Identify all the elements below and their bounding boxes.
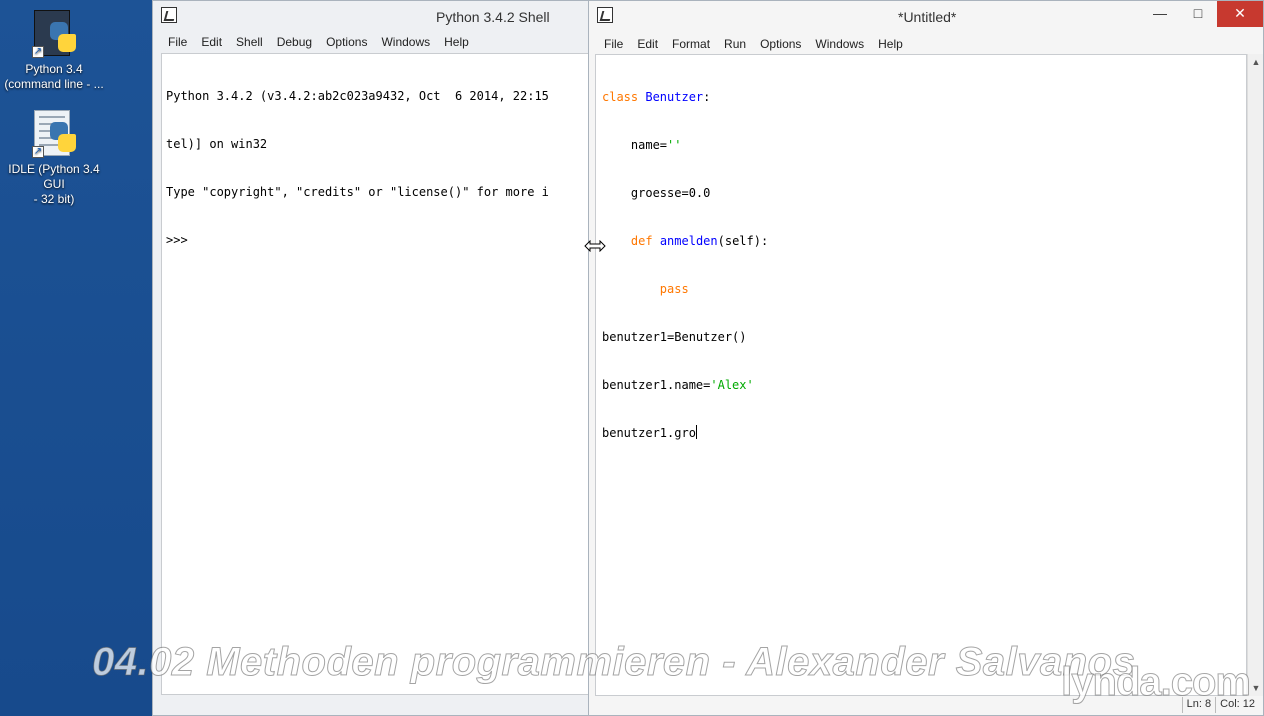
scroll-up-icon[interactable]: ▲ [1248,54,1264,70]
menu-file[interactable]: File [161,33,194,53]
vertical-scrollbar[interactable]: ▲ ▼ [1247,54,1263,696]
menu-help[interactable]: Help [871,35,910,55]
shell-menubar: File Edit Shell Debug Options Windows He… [161,33,476,53]
code-line: benutzer1=Benutzer() [602,330,747,344]
idle-app-icon [597,7,613,23]
code-line: pass [602,281,1240,297]
desktop-icon-label: Python 3.4 (command line - ... [4,62,104,91]
code-editor[interactable]: class Benutzer: name='' groesse=0.0 def … [595,54,1247,696]
method-name: anmelden [659,234,718,248]
code-line: name='' [602,138,682,152]
keyword: pass [659,282,689,296]
text-cursor [695,425,697,439]
lynda-logo: lynda.com [1061,660,1252,705]
code-line: class Benutzer: [602,90,711,104]
menu-options[interactable]: Options [319,33,374,53]
string-literal: '' [667,138,682,152]
shortcut-arrow-icon: ↗ [32,146,44,158]
keyword: class [602,90,639,104]
editor-titlebar[interactable]: *Untitled* — □ ✕ [589,1,1263,33]
menu-debug[interactable]: Debug [270,33,319,53]
string-literal: 'Alex' [710,378,754,392]
desktop: ↗ Python 3.4 (command line - ... ↗ IDLE … [0,0,152,716]
menu-edit[interactable]: Edit [194,33,229,53]
shell-titlebar[interactable]: Python 3.4.2 Shell [153,1,589,33]
desktop-icon-idle[interactable]: ↗ IDLE (Python 3.4 GUI - 32 bit) [0,110,108,207]
shell-prompt: >>> [166,233,188,247]
code-line: def anmelden(self): [630,234,769,248]
idle-app-icon [161,7,177,23]
menu-windows[interactable]: Windows [374,33,437,53]
menu-options[interactable]: Options [753,35,808,55]
menu-file[interactable]: File [597,35,630,55]
python-shell-window: Python 3.4.2 Shell File Edit Shell Debug… [152,0,591,716]
menu-format[interactable]: Format [665,35,717,55]
close-icon[interactable]: ✕ [1217,1,1263,27]
shell-output[interactable]: Python 3.4.2 (v3.4.2:ab2c023a9432, Oct 6… [161,53,591,695]
shell-title: Python 3.4.2 Shell [436,9,550,25]
resize-cursor-icon [584,240,606,252]
editor-title: *Untitled* [898,9,957,25]
menu-help[interactable]: Help [437,33,476,53]
scroll-down-icon[interactable]: ▼ [1248,680,1264,696]
maximize-icon[interactable]: □ [1179,1,1217,27]
code-line: benutzer1.name='Alex' [602,378,754,392]
menu-run[interactable]: Run [717,35,753,55]
shell-line: Python 3.4.2 (v3.4.2:ab2c023a9432, Oct 6… [166,89,549,103]
minimize-icon[interactable]: — [1141,1,1179,27]
shell-line: Type "copyright", "credits" or "license(… [166,185,549,199]
code-line: groesse=0.0 [602,186,711,200]
desktop-icon-python-cmd[interactable]: ↗ Python 3.4 (command line - ... [0,10,108,92]
menu-windows[interactable]: Windows [808,35,871,55]
menu-shell[interactable]: Shell [229,33,270,53]
menu-edit[interactable]: Edit [630,35,665,55]
class-name: Benutzer [645,90,704,104]
shortcut-arrow-icon: ↗ [32,46,44,58]
python-console-icon: ↗ [30,10,78,58]
code-line: benutzer1.gro [602,425,697,440]
keyword: def [630,234,653,248]
desktop-icon-label: IDLE (Python 3.4 GUI - 32 bit) [8,162,100,206]
window-controls: — □ ✕ [1141,1,1263,27]
editor-menubar: File Edit Format Run Options Windows Hel… [597,35,910,55]
shell-line: tel)] on win32 [166,137,268,151]
editor-window: *Untitled* — □ ✕ File Edit Format Run Op… [588,0,1264,716]
idle-icon: ↗ [30,110,78,158]
course-title-overlay: 04.02 Methoden programmieren - Alexander… [91,640,1136,685]
